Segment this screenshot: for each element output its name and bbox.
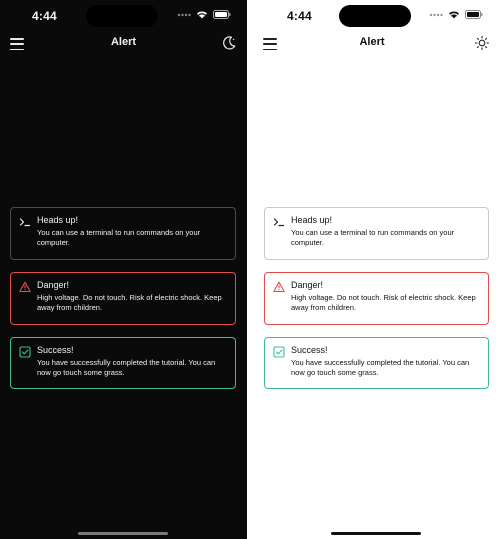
alert-title: Danger! (37, 280, 70, 290)
moon-icon[interactable] (221, 35, 237, 51)
check-square-icon (273, 346, 285, 358)
alert-title: Success! (37, 345, 74, 355)
page-title: Alert (359, 36, 385, 48)
alert-description: You can use a terminal to run commands o… (291, 228, 455, 247)
alert-description: You have successfully completed the tuto… (291, 358, 470, 377)
status-time: 4:44 (287, 9, 312, 23)
alert-description: High voltage. Do not touch. Risk of elec… (37, 293, 222, 312)
alert-description: You can use a terminal to run commands o… (37, 228, 201, 247)
home-indicator[interactable] (331, 532, 421, 535)
cellular-signal-icon (177, 13, 191, 16)
battery-icon (465, 10, 483, 19)
status-time: 4:44 (32, 9, 57, 23)
dark-mode-screen: 4:44 Alert Heads up! You can use a termi… (0, 0, 247, 539)
status-icons (177, 10, 231, 19)
wifi-icon (197, 11, 207, 19)
sun-icon[interactable] (474, 35, 490, 51)
info-alert: Heads up! You can use a terminal to run … (10, 207, 236, 260)
status-icons (429, 10, 483, 19)
alert-title: Danger! (291, 280, 324, 290)
warning-triangle-icon (273, 281, 285, 293)
alert-title: Heads up! (37, 215, 79, 225)
danger-alert: Danger! High voltage. Do not touch. Risk… (10, 272, 236, 325)
home-indicator[interactable] (78, 532, 168, 535)
battery-icon (213, 10, 231, 19)
terminal-icon (19, 218, 31, 227)
danger-alert: Danger! High voltage. Do not touch. Risk… (264, 272, 489, 325)
success-alert: Success! You have successfully completed… (264, 337, 489, 389)
info-alert: Heads up! You can use a terminal to run … (264, 207, 489, 260)
cellular-signal-icon (429, 13, 443, 16)
dynamic-island (86, 5, 158, 27)
alert-description: High voltage. Do not touch. Risk of elec… (291, 293, 476, 312)
wifi-icon (449, 11, 459, 19)
alert-title: Success! (291, 345, 328, 355)
alert-description: You have successfully completed the tuto… (37, 358, 216, 377)
light-mode-screen: 4:44 Alert Heads up! You can use a termi… (248, 0, 496, 539)
warning-triangle-icon (19, 281, 31, 293)
terminal-icon (273, 218, 285, 227)
page-title: Alert (110, 36, 137, 48)
alert-title: Heads up! (291, 215, 333, 225)
check-square-icon (19, 346, 31, 358)
success-alert: Success! You have successfully completed… (10, 337, 236, 389)
dynamic-island (339, 5, 411, 27)
